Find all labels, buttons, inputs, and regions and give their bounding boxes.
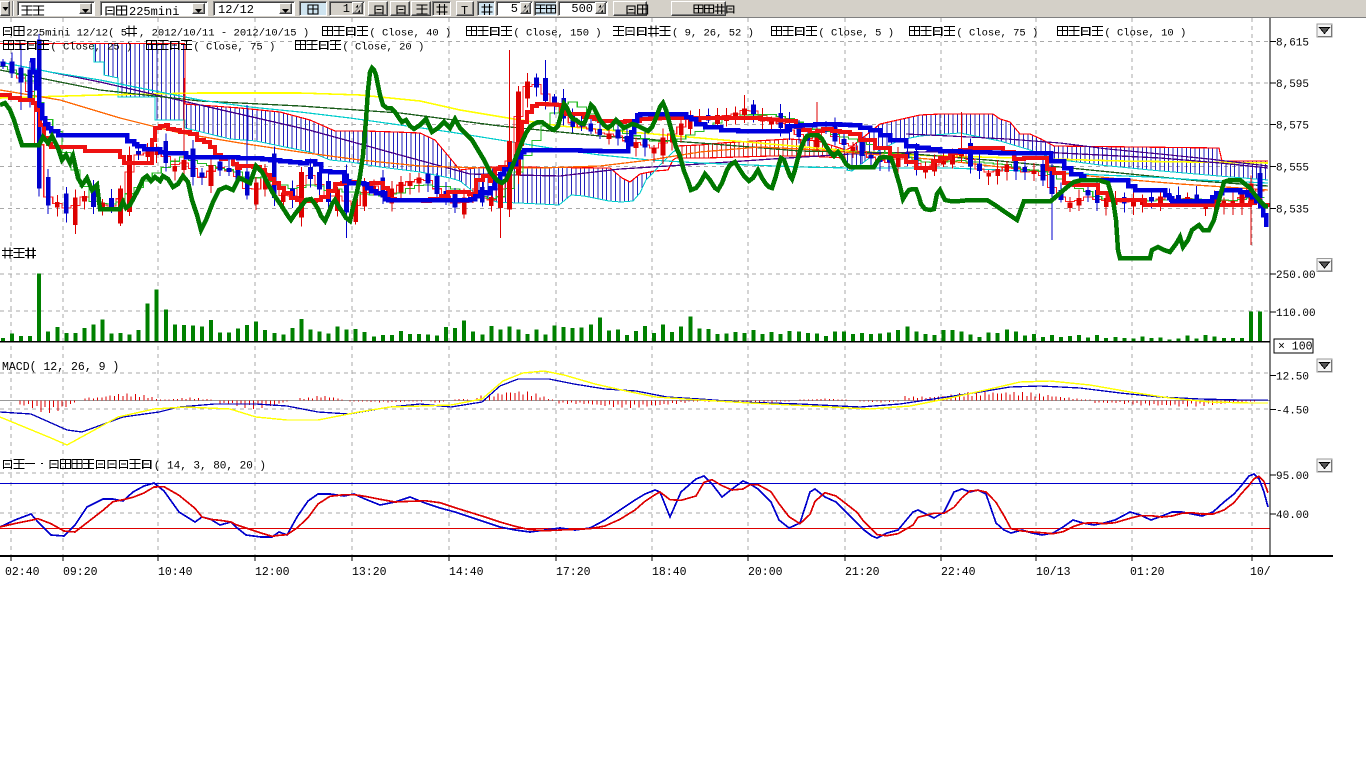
svg-text:( 9, 26, 52 ): ( 9, 26, 52 ) — [672, 28, 754, 40]
svg-text:, 2012/10/11 - 2012/10/15 ): , 2012/10/11 - 2012/10/15 ) — [139, 28, 309, 40]
svg-text:110.00: 110.00 — [1276, 308, 1316, 320]
svg-text:( 14, 3, 80, 20 ): ( 14, 3, 80, 20 ) — [154, 461, 266, 473]
svg-text:10:40: 10:40 — [158, 566, 193, 579]
svg-text:MACD( 12, 26, 9 ): MACD( 12, 26, 9 ) — [2, 361, 119, 374]
svg-text:14:40: 14:40 — [449, 566, 484, 579]
svg-text:8,535: 8,535 — [1276, 205, 1309, 217]
svg-text:09:20: 09:20 — [63, 566, 98, 579]
svg-text:( Close, 40 ): ( Close, 40 ) — [369, 28, 451, 40]
svg-text:95.00: 95.00 — [1276, 471, 1309, 483]
svg-text:( Close, 75 ): ( Close, 75 ) — [956, 28, 1038, 40]
svg-text:10/: 10/ — [1250, 566, 1271, 579]
svg-text:( Close, 5 ): ( Close, 5 ) — [818, 28, 894, 40]
svg-text:( Close, 75 ): ( Close, 75 ) — [193, 42, 275, 54]
svg-text:( Close, 150 ): ( Close, 150 ) — [513, 28, 601, 40]
svg-text:22:40: 22:40 — [941, 566, 976, 579]
svg-text:225mini 12/12( 5: 225mini 12/12( 5 — [26, 28, 127, 40]
svg-text:× 100: × 100 — [1278, 341, 1313, 354]
svg-text:12:00: 12:00 — [255, 566, 290, 579]
svg-text:8,615: 8,615 — [1276, 38, 1309, 50]
svg-text:12.50: 12.50 — [1276, 372, 1309, 384]
svg-text:( Close, 25 ): ( Close, 25 ) — [50, 42, 132, 54]
svg-text:( Close, 10 ): ( Close, 10 ) — [1104, 28, 1186, 40]
svg-text:8,595: 8,595 — [1276, 79, 1309, 91]
svg-text:8,575: 8,575 — [1276, 121, 1309, 133]
svg-text:13:20: 13:20 — [352, 566, 387, 579]
svg-text:01:20: 01:20 — [1130, 566, 1165, 579]
svg-text:21:20: 21:20 — [845, 566, 880, 579]
svg-text:40.00: 40.00 — [1276, 510, 1309, 522]
svg-text:8,555: 8,555 — [1276, 163, 1309, 175]
svg-text:( Close, 20 ): ( Close, 20 ) — [342, 42, 424, 54]
svg-text:20:00: 20:00 — [748, 566, 783, 579]
svg-text:250.00: 250.00 — [1276, 270, 1316, 282]
svg-text:17:20: 17:20 — [556, 566, 591, 579]
svg-text:-4.50: -4.50 — [1276, 406, 1309, 418]
svg-text:18:40: 18:40 — [652, 566, 687, 579]
svg-text:02:40: 02:40 — [5, 566, 40, 579]
svg-text:10/13: 10/13 — [1036, 566, 1071, 579]
